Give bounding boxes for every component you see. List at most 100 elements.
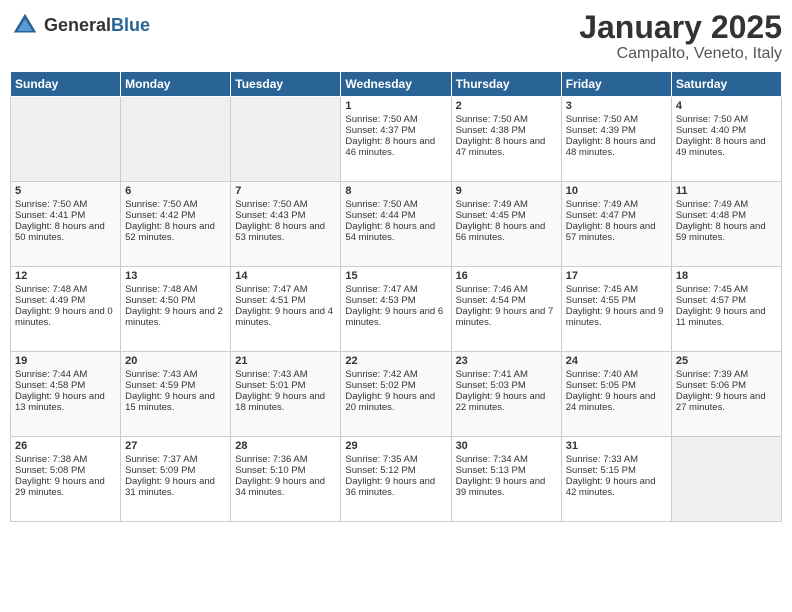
- page-header: GeneralBlue January 2025 Campalto, Venet…: [10, 10, 782, 63]
- daylight: Daylight: 8 hours and 56 minutes.: [456, 221, 546, 243]
- day-header-wednesday: Wednesday: [341, 72, 451, 97]
- sunrise: Sunrise: 7:43 AM: [125, 369, 197, 380]
- day-number: 24: [566, 355, 667, 367]
- sunset: Sunset: 4:44 PM: [345, 210, 415, 221]
- calendar-cell: 11 Sunrise: 7:49 AM Sunset: 4:48 PM Dayl…: [671, 182, 781, 267]
- calendar-cell: [121, 97, 231, 182]
- day-number: 5: [15, 185, 116, 197]
- logo-icon: [10, 10, 40, 40]
- calendar-table: SundayMondayTuesdayWednesdayThursdayFrid…: [10, 71, 782, 522]
- daylight: Daylight: 9 hours and 42 minutes.: [566, 476, 656, 498]
- daylight: Daylight: 9 hours and 15 minutes.: [125, 391, 215, 413]
- day-number: 23: [456, 355, 557, 367]
- day-number: 22: [345, 355, 446, 367]
- logo-blue: Blue: [111, 15, 150, 35]
- calendar-cell: 9 Sunrise: 7:49 AM Sunset: 4:45 PM Dayli…: [451, 182, 561, 267]
- sunset: Sunset: 5:03 PM: [456, 380, 526, 391]
- daylight: Daylight: 9 hours and 7 minutes.: [456, 306, 554, 328]
- sunset: Sunset: 4:39 PM: [566, 125, 636, 136]
- day-number: 26: [15, 440, 116, 452]
- sunrise: Sunrise: 7:49 AM: [676, 199, 748, 210]
- calendar-cell: 25 Sunrise: 7:39 AM Sunset: 5:06 PM Dayl…: [671, 352, 781, 437]
- daylight: Daylight: 8 hours and 54 minutes.: [345, 221, 435, 243]
- calendar-cell: 4 Sunrise: 7:50 AM Sunset: 4:40 PM Dayli…: [671, 97, 781, 182]
- sunrise: Sunrise: 7:35 AM: [345, 454, 417, 465]
- day-number: 18: [676, 270, 777, 282]
- calendar-cell: 21 Sunrise: 7:43 AM Sunset: 5:01 PM Dayl…: [231, 352, 341, 437]
- daylight: Daylight: 9 hours and 31 minutes.: [125, 476, 215, 498]
- daylight: Daylight: 9 hours and 13 minutes.: [15, 391, 105, 413]
- day-header-tuesday: Tuesday: [231, 72, 341, 97]
- day-number: 31: [566, 440, 667, 452]
- calendar-cell: 17 Sunrise: 7:45 AM Sunset: 4:55 PM Dayl…: [561, 267, 671, 352]
- daylight: Daylight: 8 hours and 57 minutes.: [566, 221, 656, 243]
- day-header-monday: Monday: [121, 72, 231, 97]
- day-number: 25: [676, 355, 777, 367]
- sunrise: Sunrise: 7:41 AM: [456, 369, 528, 380]
- daylight: Daylight: 9 hours and 18 minutes.: [235, 391, 325, 413]
- week-row-1: 1 Sunrise: 7:50 AM Sunset: 4:37 PM Dayli…: [11, 97, 782, 182]
- sunset: Sunset: 4:41 PM: [15, 210, 85, 221]
- day-number: 30: [456, 440, 557, 452]
- logo-general: General: [44, 15, 111, 35]
- sunset: Sunset: 4:48 PM: [676, 210, 746, 221]
- sunset: Sunset: 4:47 PM: [566, 210, 636, 221]
- calendar-cell: 2 Sunrise: 7:50 AM Sunset: 4:38 PM Dayli…: [451, 97, 561, 182]
- calendar-cell: 6 Sunrise: 7:50 AM Sunset: 4:42 PM Dayli…: [121, 182, 231, 267]
- sunset: Sunset: 4:57 PM: [676, 295, 746, 306]
- sunset: Sunset: 5:09 PM: [125, 465, 195, 476]
- week-row-3: 12 Sunrise: 7:48 AM Sunset: 4:49 PM Dayl…: [11, 267, 782, 352]
- daylight: Daylight: 9 hours and 27 minutes.: [676, 391, 766, 413]
- day-number: 19: [15, 355, 116, 367]
- daylight: Daylight: 9 hours and 4 minutes.: [235, 306, 333, 328]
- calendar-cell: [11, 97, 121, 182]
- sunset: Sunset: 5:15 PM: [566, 465, 636, 476]
- calendar-subtitle: Campalto, Veneto, Italy: [579, 45, 782, 63]
- sunrise: Sunrise: 7:45 AM: [566, 284, 638, 295]
- sunset: Sunset: 5:06 PM: [676, 380, 746, 391]
- sunset: Sunset: 4:54 PM: [456, 295, 526, 306]
- day-number: 13: [125, 270, 226, 282]
- day-number: 29: [345, 440, 446, 452]
- logo: GeneralBlue: [10, 10, 150, 40]
- sunrise: Sunrise: 7:43 AM: [235, 369, 307, 380]
- daylight: Daylight: 9 hours and 22 minutes.: [456, 391, 546, 413]
- sunset: Sunset: 4:59 PM: [125, 380, 195, 391]
- sunrise: Sunrise: 7:42 AM: [345, 369, 417, 380]
- sunrise: Sunrise: 7:50 AM: [235, 199, 307, 210]
- week-row-4: 19 Sunrise: 7:44 AM Sunset: 4:58 PM Dayl…: [11, 352, 782, 437]
- calendar-cell: 18 Sunrise: 7:45 AM Sunset: 4:57 PM Dayl…: [671, 267, 781, 352]
- day-number: 1: [345, 100, 446, 112]
- sunrise: Sunrise: 7:50 AM: [125, 199, 197, 210]
- sunrise: Sunrise: 7:45 AM: [676, 284, 748, 295]
- calendar-cell: 29 Sunrise: 7:35 AM Sunset: 5:12 PM Dayl…: [341, 437, 451, 522]
- calendar-cell: 14 Sunrise: 7:47 AM Sunset: 4:51 PM Dayl…: [231, 267, 341, 352]
- calendar-title: January 2025: [579, 10, 782, 45]
- daylight: Daylight: 8 hours and 48 minutes.: [566, 136, 656, 158]
- sunset: Sunset: 4:37 PM: [345, 125, 415, 136]
- sunrise: Sunrise: 7:49 AM: [456, 199, 528, 210]
- calendar-cell: 8 Sunrise: 7:50 AM Sunset: 4:44 PM Dayli…: [341, 182, 451, 267]
- sunset: Sunset: 4:58 PM: [15, 380, 85, 391]
- daylight: Daylight: 8 hours and 49 minutes.: [676, 136, 766, 158]
- calendar-cell: [231, 97, 341, 182]
- sunset: Sunset: 4:40 PM: [676, 125, 746, 136]
- sunrise: Sunrise: 7:37 AM: [125, 454, 197, 465]
- day-number: 2: [456, 100, 557, 112]
- day-header-sunday: Sunday: [11, 72, 121, 97]
- calendar-cell: 28 Sunrise: 7:36 AM Sunset: 5:10 PM Dayl…: [231, 437, 341, 522]
- sunset: Sunset: 5:13 PM: [456, 465, 526, 476]
- sunrise: Sunrise: 7:33 AM: [566, 454, 638, 465]
- day-number: 21: [235, 355, 336, 367]
- daylight: Daylight: 9 hours and 2 minutes.: [125, 306, 223, 328]
- sunrise: Sunrise: 7:49 AM: [566, 199, 638, 210]
- daylight: Daylight: 8 hours and 52 minutes.: [125, 221, 215, 243]
- calendar-cell: 31 Sunrise: 7:33 AM Sunset: 5:15 PM Dayl…: [561, 437, 671, 522]
- week-row-2: 5 Sunrise: 7:50 AM Sunset: 4:41 PM Dayli…: [11, 182, 782, 267]
- sunset: Sunset: 4:38 PM: [456, 125, 526, 136]
- day-number: 3: [566, 100, 667, 112]
- sunset: Sunset: 4:50 PM: [125, 295, 195, 306]
- sunset: Sunset: 5:12 PM: [345, 465, 415, 476]
- calendar-cell: 20 Sunrise: 7:43 AM Sunset: 4:59 PM Dayl…: [121, 352, 231, 437]
- day-number: 7: [235, 185, 336, 197]
